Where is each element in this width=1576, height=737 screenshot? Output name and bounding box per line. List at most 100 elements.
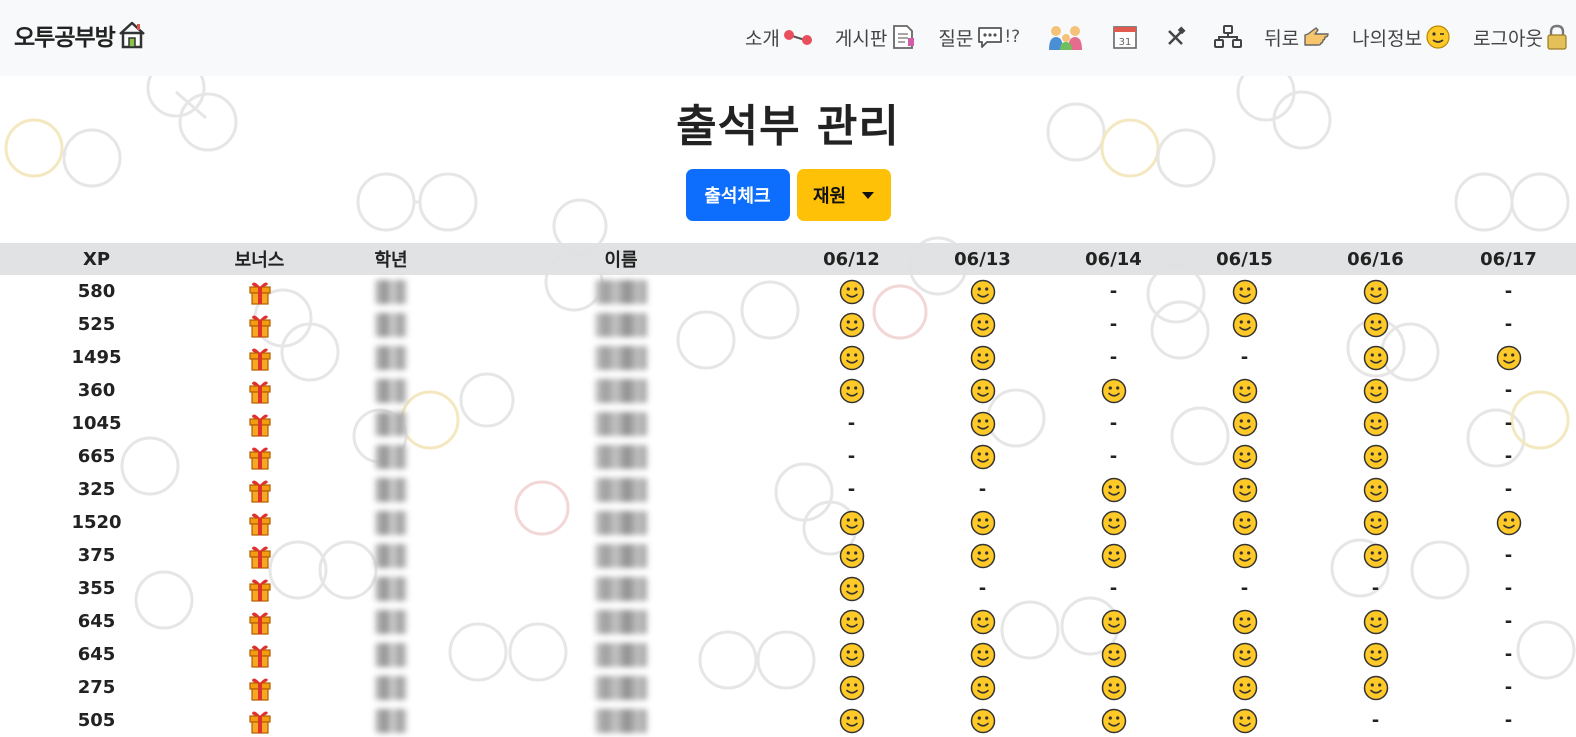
nav-back[interactable]: 뒤로 [1264, 20, 1330, 54]
table-row[interactable]: 375 - [0, 539, 1576, 572]
attendance-present-cell[interactable] [1310, 473, 1441, 506]
brand[interactable]: 오투공부방 [14, 18, 147, 52]
bonus-cell[interactable] [193, 671, 326, 704]
attendance-present-cell[interactable] [1310, 341, 1441, 374]
attendance-present-cell[interactable] [786, 275, 917, 308]
attendance-absent-cell[interactable]: - [1441, 374, 1576, 407]
attendance-present-cell[interactable] [1179, 506, 1310, 539]
attendance-present-cell[interactable] [917, 275, 1048, 308]
attendance-present-cell[interactable] [786, 341, 917, 374]
attendance-present-cell[interactable] [1441, 506, 1576, 539]
attendance-absent-cell[interactable]: - [1048, 275, 1179, 308]
attendance-present-cell[interactable] [786, 671, 917, 704]
attendance-present-cell[interactable] [1310, 440, 1441, 473]
attendance-present-cell[interactable] [1048, 506, 1179, 539]
attendance-present-cell[interactable] [917, 506, 1048, 539]
bonus-cell[interactable] [193, 374, 326, 407]
table-row[interactable]: 645 - [0, 638, 1576, 671]
table-row[interactable]: 325- - - [0, 473, 1576, 506]
bonus-cell[interactable] [193, 605, 326, 638]
bonus-cell[interactable] [193, 275, 326, 308]
attendance-present-cell[interactable] [1310, 605, 1441, 638]
attendance-present-cell[interactable] [917, 308, 1048, 341]
attendance-absent-cell[interactable]: - [1179, 341, 1310, 374]
attendance-present-cell[interactable] [1048, 374, 1179, 407]
nav-intro[interactable]: 소개 [745, 20, 813, 54]
attendance-present-cell[interactable] [1179, 374, 1310, 407]
attendance-absent-cell[interactable]: - [1441, 275, 1576, 308]
attendance-absent-cell[interactable]: - [1310, 572, 1441, 605]
table-row[interactable]: 1495 - - [0, 341, 1576, 374]
attendance-absent-cell[interactable]: - [1441, 440, 1576, 473]
nav-logout[interactable]: 로그아웃 [1473, 20, 1568, 54]
attendance-present-cell[interactable] [1310, 506, 1441, 539]
nav-board[interactable]: 게시판 [835, 20, 916, 54]
attendance-absent-cell[interactable]: - [1441, 308, 1576, 341]
attendance-present-cell[interactable] [1179, 605, 1310, 638]
attendance-absent-cell[interactable]: - [1179, 572, 1310, 605]
attendance-present-cell[interactable] [786, 308, 917, 341]
brand-name[interactable]: 오투공부방 [14, 18, 116, 52]
attendance-absent-cell[interactable]: - [1441, 605, 1576, 638]
attendance-present-cell[interactable] [1179, 308, 1310, 341]
attendance-present-cell[interactable] [1310, 539, 1441, 572]
attendance-present-cell[interactable] [1048, 473, 1179, 506]
attendance-absent-cell[interactable]: - [1441, 539, 1576, 572]
table-row[interactable]: 525 - - [0, 308, 1576, 341]
attendance-present-cell[interactable] [1179, 473, 1310, 506]
attendance-absent-cell[interactable]: - [786, 407, 917, 440]
nav-family[interactable] [1044, 20, 1085, 54]
attendance-check-button[interactable]: 출석체크 [685, 169, 790, 221]
nav-myinfo[interactable]: 나의정보 [1352, 20, 1451, 54]
attendance-absent-cell[interactable]: - [917, 572, 1048, 605]
attendance-absent-cell[interactable]: - [1441, 473, 1576, 506]
attendance-present-cell[interactable] [1048, 671, 1179, 704]
table-row[interactable]: 645 - [0, 605, 1576, 638]
table-row[interactable]: 360 - [0, 374, 1576, 407]
attendance-present-cell[interactable] [1179, 671, 1310, 704]
attendance-present-cell[interactable] [1179, 407, 1310, 440]
attendance-present-cell[interactable] [1310, 638, 1441, 671]
attendance-absent-cell[interactable]: - [786, 473, 917, 506]
bonus-cell[interactable] [193, 539, 326, 572]
table-row[interactable]: 1520 [0, 506, 1576, 539]
attendance-present-cell[interactable] [917, 539, 1048, 572]
attendance-present-cell[interactable] [786, 374, 917, 407]
attendance-absent-cell[interactable]: - [786, 440, 917, 473]
attendance-absent-cell[interactable]: - [1441, 407, 1576, 440]
attendance-present-cell[interactable] [1048, 638, 1179, 671]
bonus-cell[interactable] [193, 308, 326, 341]
attendance-present-cell[interactable] [917, 440, 1048, 473]
bonus-cell[interactable] [193, 572, 326, 605]
attendance-present-cell[interactable] [917, 407, 1048, 440]
bonus-cell[interactable] [193, 341, 326, 374]
table-row[interactable]: 1045 - - - [0, 407, 1576, 440]
bonus-cell[interactable] [193, 638, 326, 671]
attendance-present-cell[interactable] [1179, 275, 1310, 308]
attendance-absent-cell[interactable]: - [1048, 341, 1179, 374]
attendance-absent-cell[interactable]: - [1048, 308, 1179, 341]
attendance-present-cell[interactable] [786, 572, 917, 605]
attendance-present-cell[interactable] [1048, 539, 1179, 572]
attendance-present-cell[interactable] [1310, 671, 1441, 704]
bonus-cell[interactable] [193, 440, 326, 473]
attendance-present-cell[interactable] [917, 605, 1048, 638]
nav-question[interactable]: 질문 !? [938, 20, 1020, 54]
attendance-present-cell[interactable] [786, 539, 917, 572]
nav-network[interactable] [1211, 20, 1243, 54]
attendance-present-cell[interactable] [1310, 275, 1441, 308]
attendance-present-cell[interactable] [786, 506, 917, 539]
attendance-present-cell[interactable] [917, 671, 1048, 704]
bonus-cell[interactable] [193, 473, 326, 506]
attendance-present-cell[interactable] [917, 341, 1048, 374]
bonus-cell[interactable] [193, 407, 326, 440]
table-row[interactable]: 275 - [0, 671, 1576, 704]
attendance-present-cell[interactable] [1310, 407, 1441, 440]
attendance-present-cell[interactable] [786, 605, 917, 638]
attendance-present-cell[interactable] [1441, 341, 1576, 374]
attendance-absent-cell[interactable]: - [1048, 440, 1179, 473]
nav-tools[interactable] [1162, 20, 1187, 54]
attendance-present-cell[interactable] [1310, 374, 1441, 407]
attendance-absent-cell[interactable]: - [1048, 572, 1179, 605]
enrollment-status-dropdown[interactable]: 재원 [796, 169, 891, 221]
